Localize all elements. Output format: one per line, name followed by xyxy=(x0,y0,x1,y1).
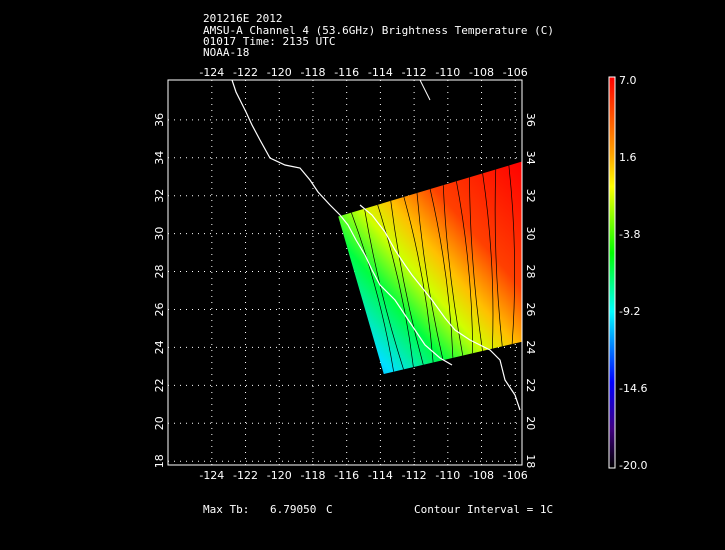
x-tick-label-bottom: -110 xyxy=(435,469,460,482)
max-tb-unit: C xyxy=(326,503,333,516)
x-tick-label-bottom: -122 xyxy=(233,469,258,482)
x-tick-label-top: -110 xyxy=(435,66,460,79)
y-tick-label-right: 22 xyxy=(524,378,537,392)
colorbar-tick-label: 1.6 xyxy=(619,151,637,164)
y-tick-label-right: 24 xyxy=(524,340,537,354)
colorbar xyxy=(608,76,616,469)
y-tick-label-left: 24 xyxy=(153,340,166,354)
y-tick-label-right: 36 xyxy=(524,113,537,127)
x-tick-label-top: -112 xyxy=(402,66,427,79)
y-tick-label-left: 26 xyxy=(153,302,166,316)
y-tick-label-right: 26 xyxy=(524,302,537,316)
x-tick-label-top: -124 xyxy=(199,66,224,79)
y-tick-label-left: 22 xyxy=(153,378,166,392)
y-tick-label-left: 32 xyxy=(153,189,166,203)
colorbar-tick-label: -3.8 xyxy=(619,228,640,241)
x-tick-label-top: -108 xyxy=(469,66,494,79)
x-tick-label-bottom: -118 xyxy=(300,469,325,482)
y-tick-label-right: 18 xyxy=(524,454,537,468)
colorbar-tick-label: -20.0 xyxy=(619,459,647,472)
x-tick-label-bottom: -106 xyxy=(503,469,528,482)
x-tick-label-bottom: -112 xyxy=(402,469,427,482)
x-tick-label-bottom: -114 xyxy=(368,469,393,482)
y-tick-label-left: 28 xyxy=(153,265,166,279)
x-tick-label-top: -120 xyxy=(267,66,292,79)
x-tick-label-bottom: -116 xyxy=(334,469,359,482)
y-tick-label-right: 30 xyxy=(524,227,537,241)
coastline-north xyxy=(419,79,431,101)
x-tick-label-top: -122 xyxy=(233,66,258,79)
contour-interval: Contour Interval = 1C xyxy=(414,503,554,516)
max-tb-value: 6.79050 xyxy=(270,503,317,516)
colorbar-tick-label: -14.6 xyxy=(619,382,647,395)
x-tick-label-bottom: -120 xyxy=(267,469,292,482)
y-tick-label-left: 20 xyxy=(153,416,166,430)
x-tick-label-top: -118 xyxy=(300,66,325,79)
x-tick-label-bottom: -108 xyxy=(469,469,494,482)
colorbar-tick-label: -9.2 xyxy=(619,305,640,318)
y-tick-label-left: 18 xyxy=(153,454,166,468)
x-tick-label-bottom: -124 xyxy=(199,469,224,482)
y-tick-label-left: 30 xyxy=(153,227,166,241)
max-tb-label: Max Tb: xyxy=(203,503,250,516)
x-tick-label-top: -106 xyxy=(503,66,528,79)
y-tick-label-right: 32 xyxy=(524,189,537,203)
colorbar-tick-label: 7.0 xyxy=(619,74,637,87)
y-tick-label-left: 36 xyxy=(153,113,166,127)
brightness-temperature-swath xyxy=(338,161,522,374)
map-plot: -124 -124 -122 -122 -120 -120 -118 -118 -116 -116… xyxy=(153,66,647,482)
y-tick-label-left: 34 xyxy=(153,151,166,165)
y-tick-label-right: 20 xyxy=(524,416,537,430)
x-tick-label-top: -116 xyxy=(334,66,359,79)
y-tick-label-right: 34 xyxy=(524,151,537,165)
y-tick-label-right: 28 xyxy=(524,265,537,279)
x-tick-label-top: -114 xyxy=(368,66,393,79)
